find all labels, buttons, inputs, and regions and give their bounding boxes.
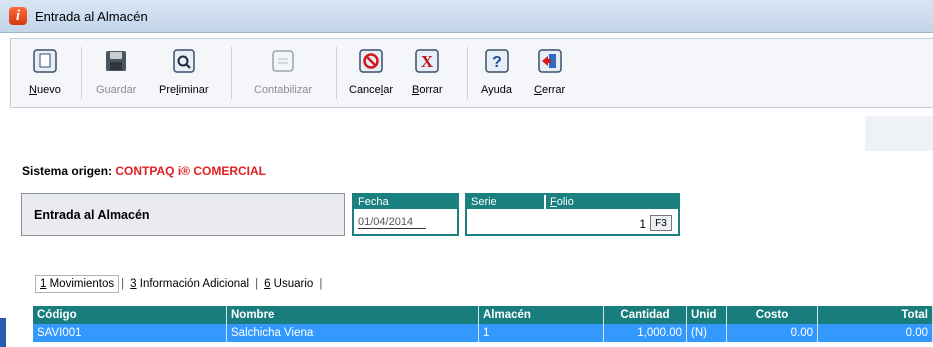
close-button[interactable]: Cerrar — [534, 39, 565, 105]
cell-codigo[interactable]: SAVI001 — [33, 324, 227, 342]
cell-cantidad[interactable]: 1,000.00 — [604, 324, 687, 342]
date-label: Fecha — [354, 195, 457, 209]
title-bar: i Entrada al Almacén — [0, 0, 933, 33]
preview-button[interactable]: Preliminar — [159, 39, 209, 105]
column-header-costo[interactable]: Costo — [727, 306, 818, 324]
serie-label: Serie — [467, 195, 546, 209]
app-info-icon: i — [9, 7, 27, 25]
print-preview-icon — [171, 48, 197, 74]
window-title: Entrada al Almacén — [35, 8, 148, 24]
toolbar-separator — [467, 47, 468, 99]
delete-button[interactable]: X Borrar — [412, 39, 443, 105]
cell-total[interactable]: 0.00 — [818, 324, 933, 342]
folio-label: Folio — [546, 195, 678, 209]
new-document-icon — [32, 48, 58, 74]
cancel-icon — [358, 48, 384, 74]
tab-separator: | — [319, 278, 323, 290]
delete-icon: X — [414, 48, 440, 74]
accounting-button[interactable]: Contabilizar — [254, 39, 312, 105]
date-value[interactable]: 01/04/2014 — [358, 216, 426, 229]
origin-system: Sistema origen: CONTPAQ i® COMERCIAL — [22, 164, 266, 178]
info-strip — [10, 116, 933, 151]
help-label: Ayuda — [481, 84, 512, 96]
cell-unidad[interactable]: (N) — [687, 324, 727, 342]
cell-nombre[interactable]: Salchicha Viena — [227, 324, 479, 342]
tab-separator: | — [121, 278, 125, 290]
help-button[interactable]: ? Ayuda — [481, 39, 512, 105]
info-strip-panel — [865, 116, 933, 151]
serie-folio-field: Serie Folio 1 F3 — [465, 193, 680, 236]
accounting-icon — [270, 48, 296, 74]
column-header-unidad[interactable]: Unid — [687, 306, 727, 324]
origin-value: CONTPAQ i® COMERCIAL — [115, 164, 266, 178]
origin-label: Sistema origen: — [22, 164, 113, 178]
tab-bar: 1 Movimientos | 3 Información Adicional … — [35, 275, 324, 293]
help-icon: ? — [484, 48, 510, 74]
folio-lookup-button[interactable]: F3 — [650, 215, 672, 231]
tab-usuario[interactable]: 6 Usuario — [260, 276, 317, 292]
tab-separator: | — [255, 278, 259, 290]
folio-input[interactable]: 1 — [639, 217, 646, 231]
column-header-cantidad[interactable]: Cantidad — [604, 306, 687, 324]
date-field[interactable]: Fecha 01/04/2014 — [352, 193, 459, 236]
save-label: Guardar — [96, 84, 137, 96]
column-header-codigo[interactable]: Código — [33, 306, 227, 324]
toolbar-separator — [81, 47, 82, 99]
save-button[interactable]: Guardar — [96, 39, 136, 105]
cancel-button[interactable]: Cancelar — [349, 39, 393, 105]
grid-header: Código Nombre Almacén Cantidad Unid Cost… — [33, 306, 933, 324]
close-door-icon — [537, 48, 563, 74]
accounting-label: Contabilizar — [254, 84, 313, 96]
window-edge — [0, 318, 6, 347]
column-header-nombre[interactable]: Nombre — [227, 306, 479, 324]
toolbar: Nuevo Guardar Preliminar Contabilizar Ca… — [10, 38, 933, 108]
toolbar-separator — [336, 47, 337, 99]
column-header-total[interactable]: Total — [818, 306, 933, 324]
tab-movimientos[interactable]: 1 Movimientos — [35, 275, 120, 293]
column-header-almacen[interactable]: Almacén — [479, 306, 604, 324]
tab-informacion-adicional[interactable]: 3 Información Adicional — [126, 276, 253, 292]
cell-almacen[interactable]: 1 — [479, 324, 604, 342]
table-row[interactable]: SAVI001 Salchicha Viena 1 1,000.00 (N) 0… — [33, 324, 933, 342]
svg-text:?: ? — [492, 54, 502, 71]
save-icon — [103, 48, 129, 74]
svg-text:X: X — [421, 52, 434, 71]
document-type: Entrada al Almacén — [21, 193, 345, 236]
cell-costo[interactable]: 0.00 — [727, 324, 818, 342]
toolbar-separator — [231, 47, 232, 99]
movements-grid: Código Nombre Almacén Cantidad Unid Cost… — [33, 306, 933, 342]
new-button[interactable]: Nuevo — [29, 39, 61, 105]
